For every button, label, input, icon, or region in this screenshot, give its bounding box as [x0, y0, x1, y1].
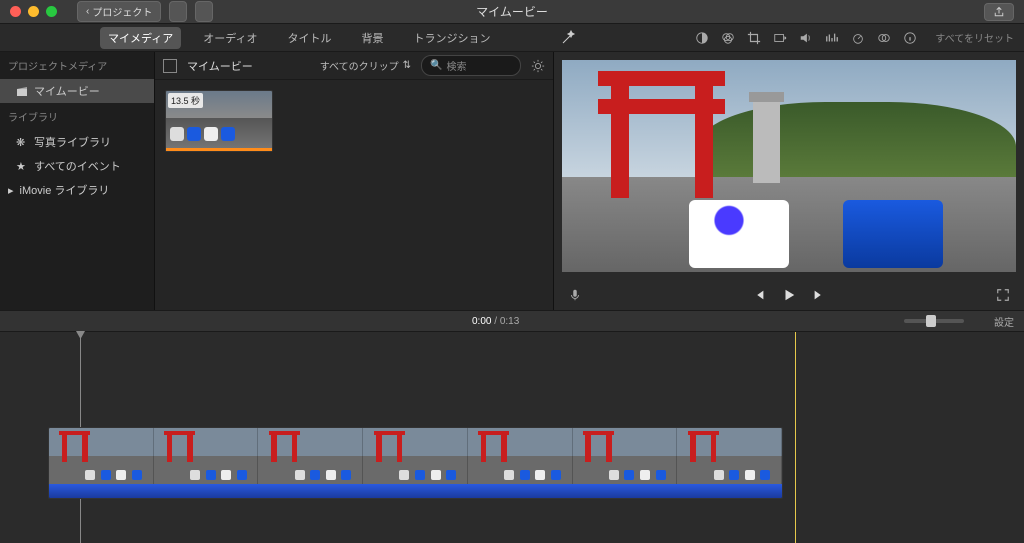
media-clip-thumbnail[interactable]: 13.5 秒 [165, 90, 273, 152]
sidebar-item-label: iMovie ライブラリ [20, 182, 110, 198]
clip-filter-dropdown[interactable]: すべてのクリップ ⇅ [320, 58, 411, 73]
clip-duration-badge: 13.5 秒 [168, 93, 203, 108]
sidebar-item-label: マイムービー [34, 83, 100, 99]
minimize-window-button[interactable] [28, 6, 39, 17]
preview-frame [562, 60, 1016, 272]
tab-titles[interactable]: タイトル [279, 27, 339, 49]
zoom-slider-thumb[interactable] [926, 315, 936, 327]
filter-label: すべてのクリップ [320, 58, 399, 73]
chevron-updown-icon: ⇅ [403, 60, 411, 71]
disclosure-triangle-icon: ▸ [8, 184, 14, 197]
share-icon [993, 6, 1005, 18]
clapper-icon [16, 85, 28, 97]
share-button[interactable] [984, 3, 1014, 21]
tab-audio[interactable]: オーディオ [195, 27, 265, 49]
sidebar-item-photo-library[interactable]: ❋ 写真ライブラリ [0, 130, 154, 154]
current-time: 0:00 [472, 316, 491, 327]
reset-all-button[interactable]: すべてをリセット [935, 30, 1014, 45]
project-media-header: プロジェクトメディア [0, 52, 154, 79]
sidebar-item-label: 写真ライブラリ [34, 134, 111, 150]
fullscreen-icon[interactable] [996, 288, 1010, 302]
library-header: ライブラリ [0, 103, 154, 130]
play-button[interactable] [782, 288, 796, 302]
timeline-timecode: 0:00 / 0:13 [472, 316, 519, 327]
clip-audio-waveform [49, 484, 782, 498]
speed-icon[interactable] [851, 31, 865, 45]
total-time: 0:13 [500, 316, 519, 327]
back-label: プロジェクト [92, 4, 152, 19]
window-title: マイムービー [476, 3, 548, 20]
prev-frame-button[interactable] [752, 288, 766, 302]
timeline-clip[interactable] [48, 427, 783, 499]
tab-transitions[interactable]: トランジション [405, 27, 498, 49]
stabilization-icon[interactable] [773, 31, 787, 45]
tab-my-media[interactable]: マイメディア [100, 27, 181, 49]
timeline-area[interactable] [0, 332, 1024, 543]
voiceover-mic-icon[interactable] [568, 288, 582, 302]
video-preview[interactable] [562, 60, 1016, 272]
color-balance-icon[interactable] [695, 31, 709, 45]
volume-icon[interactable] [799, 31, 813, 45]
chevron-left-icon: ‹ [86, 6, 89, 17]
search-icon: 🔍 [430, 60, 442, 71]
search-input[interactable]: 🔍 検索 [421, 55, 521, 76]
info-icon[interactable] [903, 31, 917, 45]
browser-breadcrumb: マイムービー [187, 58, 253, 74]
enhance-wand-icon[interactable] [560, 30, 576, 46]
close-window-button[interactable] [10, 6, 21, 17]
timeline-settings-button[interactable]: 設定 [994, 314, 1014, 329]
flower-icon: ❋ [16, 136, 28, 148]
playhead-current[interactable] [795, 332, 796, 543]
tab-backgrounds[interactable]: 背景 [353, 27, 391, 49]
timeline-zoom-slider[interactable] [904, 319, 964, 323]
sidebar-item-imovie-library[interactable]: ▸ iMovie ライブラリ [0, 178, 154, 202]
clip-filmstrip [49, 428, 782, 484]
next-frame-button[interactable] [812, 288, 826, 302]
color-correction-icon[interactable] [721, 31, 735, 45]
import-download-button[interactable] [195, 1, 213, 22]
noise-equalizer-icon[interactable] [825, 31, 839, 45]
back-to-projects-button[interactable]: ‹ プロジェクト [77, 1, 161, 22]
sidebar-item-label: すべてのイベント [34, 158, 121, 174]
sidebar-item-my-movie[interactable]: マイムービー [0, 79, 154, 103]
sidebar-item-all-events[interactable]: ★ すべてのイベント [0, 154, 154, 178]
clip-filter-icon[interactable] [877, 31, 891, 45]
search-placeholder: 検索 [446, 58, 466, 73]
fullscreen-window-button[interactable] [46, 6, 57, 17]
toggle-sidebar-button[interactable] [163, 59, 177, 73]
crop-icon[interactable] [747, 31, 761, 45]
browser-settings-gear-icon[interactable] [531, 59, 545, 73]
star-icon: ★ [16, 160, 28, 172]
media-import-button[interactable] [169, 1, 187, 22]
